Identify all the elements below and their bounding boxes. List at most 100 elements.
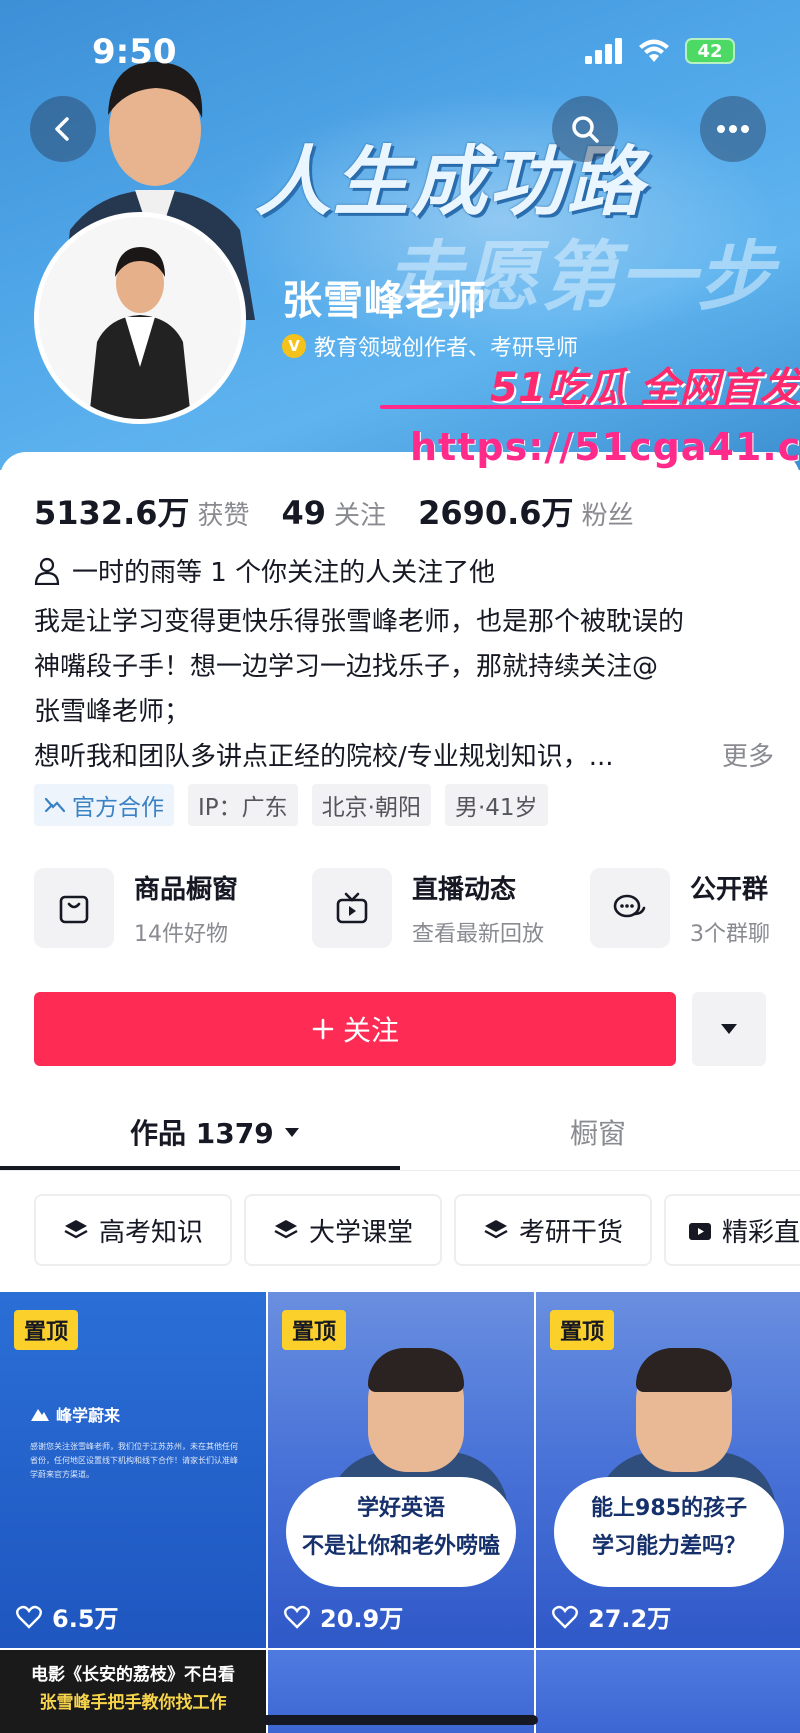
ellipsis-icon <box>717 125 749 133</box>
video-tile[interactable]: 置顶 峰学蔚来 感谢您关注张雪峰老师，我们位于江苏苏州，未在其他任何省份，任何地… <box>0 1292 266 1648</box>
watermark-url: https://51cga41.com <box>410 425 800 469</box>
tag-label: 男·41岁 <box>454 795 538 821</box>
tab-divider <box>0 1170 800 1171</box>
tag-gender-age: 男·41岁 <box>444 784 548 826</box>
back-button[interactable] <box>30 96 96 162</box>
tag-label: 官方合作 <box>72 795 164 821</box>
video-tile[interactable]: 学好英语 不是让你和老外唠嗑 置顶 20.9万 <box>268 1292 534 1648</box>
tag-ip: IP：广东 <box>188 784 298 826</box>
status-icons: 42 <box>585 38 735 64</box>
verified-badge-icon: V <box>282 334 306 358</box>
following-count[interactable]: 49 <box>282 494 327 532</box>
heart-icon <box>284 1605 310 1629</box>
chip-label: 精彩直 <box>722 1217 800 1248</box>
tab-works[interactable]: 作品 1379 <box>130 1112 300 1152</box>
service-subtitle: 3个群聊 <box>690 921 770 947</box>
stack-icon <box>484 1220 508 1239</box>
service-subtitle: 14件好物 <box>134 921 228 947</box>
chat-icon <box>590 868 670 948</box>
follow-dropdown-button[interactable] <box>692 992 766 1066</box>
profile-services: 商品橱窗 14件好物 直播动态 查看最新回放 公开群 3个群聊 <box>34 868 800 948</box>
service-title: 商品橱窗 <box>134 874 239 905</box>
mountain-logo-icon <box>31 1409 49 1421</box>
avatar-image <box>39 217 241 419</box>
caret-down-icon <box>284 1127 299 1137</box>
home-indicator[interactable] <box>262 1715 538 1725</box>
follow-button[interactable]: 关注 <box>34 992 676 1066</box>
tile-logo: 峰学蔚来 <box>30 1402 120 1426</box>
thumbnail-caption-line2: 学习能力差吗？ <box>591 1534 746 1559</box>
chip-label: 高考知识 <box>98 1217 203 1248</box>
pinned-badge: 置顶 <box>550 1310 615 1350</box>
tab-shop-window[interactable]: 橱窗 <box>570 1112 626 1152</box>
handshake-icon <box>44 797 66 813</box>
stack-icon <box>64 1220 88 1239</box>
thumbnail-title: 电影《长安的荔枝》不白看 <box>31 1665 235 1685</box>
bio-line: 张雪峰老师； <box>34 697 191 727</box>
more-options-button[interactable] <box>700 96 766 162</box>
chevron-left-icon <box>55 117 69 141</box>
mutual-followers-text: 一时的雨等 1 个你关注的人关注了他 <box>72 558 496 588</box>
chip-live-highlights[interactable]: 精彩直 <box>664 1194 800 1266</box>
tile-logo-text: 峰学蔚来 <box>56 1406 121 1425</box>
thumbnail-caption-line1: 学好英语 <box>356 1496 445 1521</box>
watermark-divider <box>380 405 800 409</box>
search-icon <box>572 116 599 143</box>
profile-name: 张雪峰老师 <box>282 278 487 324</box>
mutual-followers[interactable]: 一时的雨等 1 个你关注的人关注了他 <box>34 552 495 589</box>
bio-line: 神嘴段子手！想一边学习一边找乐子，那就持续关注@ <box>34 652 659 682</box>
service-title: 直播动态 <box>412 874 517 905</box>
status-time: 9:50 <box>92 32 177 72</box>
chip-label: 大学课堂 <box>308 1217 413 1248</box>
avatar[interactable] <box>34 212 246 424</box>
followers-label: 粉丝 <box>581 501 634 531</box>
pinned-badge: 置顶 <box>282 1310 347 1350</box>
tag-official-cooperation[interactable]: 官方合作 <box>34 784 174 826</box>
video-likes: 6.5万 <box>16 1599 119 1634</box>
bio-line-last: 想听我和团队多讲点正经的院校/专业规划知识，... 更多 <box>34 735 774 780</box>
profile-tags: 官方合作 IP：广东 北京·朝阳 男·41岁 <box>34 784 548 826</box>
followers-count[interactable]: 2690.6万 <box>418 488 574 534</box>
thumbnail-person-hair <box>636 1348 732 1392</box>
video-icon <box>689 1223 711 1240</box>
profile-page: 人生成功路 走愿第一步 9:50 42 张雪峰老师 V 教育领域创作者、考研导师… <box>0 0 800 1733</box>
chip-postgrad[interactable]: 考研干货 <box>454 1194 652 1266</box>
stack-icon <box>274 1220 298 1239</box>
bio-line: 我是让学习变得更快乐得张雪峰老师，也是那个被耽误的 <box>34 607 685 637</box>
tag-label: 北京·朝阳 <box>321 795 421 821</box>
video-grid: 置顶 峰学蔚来 感谢您关注张雪峰老师，我们位于江苏苏州，未在其他任何省份，任何地… <box>0 1292 800 1648</box>
chip-gaokao[interactable]: 高考知识 <box>34 1194 232 1266</box>
chip-university[interactable]: 大学课堂 <box>244 1194 442 1266</box>
service-shop-window[interactable]: 商品橱窗 14件好物 <box>34 868 278 948</box>
status-bar: 9:50 42 <box>0 0 800 100</box>
shopping-bag-icon <box>34 868 114 948</box>
thumbnail-subtitle: 张雪峰手把手教你找工作 <box>39 1693 227 1713</box>
profile-stats: 5132.6万 获赞 49 关注 2690.6万 粉丝 <box>34 488 666 534</box>
person-icon <box>34 557 60 585</box>
thumbnail-person-hair <box>368 1348 464 1392</box>
video-tile[interactable] <box>536 1650 800 1733</box>
likes-count[interactable]: 5132.6万 <box>34 488 190 534</box>
signal-icon <box>585 38 622 64</box>
chip-label: 考研干货 <box>518 1217 623 1248</box>
likes-count-text: 20.9万 <box>320 1605 404 1633</box>
video-tile[interactable]: 电影《长安的荔枝》不白看 张雪峰手把手教你找工作 <box>0 1650 266 1733</box>
following-label: 关注 <box>334 501 387 531</box>
profile-bio[interactable]: 我是让学习变得更快乐得张雪峰老师，也是那个被耽误的 神嘴段子手！想一边学习一边找… <box>34 600 774 780</box>
search-button[interactable] <box>552 96 618 162</box>
video-tile[interactable]: 能上985的孩子 学习能力差吗？ 置顶 27.2万 <box>536 1292 800 1648</box>
thumbnail-caption-line1: 能上985的孩子 <box>591 1496 747 1521</box>
wifi-icon <box>639 39 669 62</box>
video-likes: 27.2万 <box>552 1599 671 1634</box>
caret-down-icon <box>721 1024 737 1034</box>
bio-more-link[interactable]: 更多 <box>722 735 774 780</box>
tile-notice-text: 感谢您关注张雪峰老师，我们位于江苏苏州，未在其他任何省份，任何地区设置线下机构和… <box>30 1442 238 1479</box>
heart-icon <box>16 1605 42 1629</box>
likes-count-text: 6.5万 <box>52 1605 119 1633</box>
bio-line: 想听我和团队多讲点正经的院校/专业规划知识，... <box>34 742 614 772</box>
tag-location: 北京·朝阳 <box>311 784 431 826</box>
service-live[interactable]: 直播动态 查看最新回放 <box>312 868 556 948</box>
battery-indicator: 42 <box>685 38 735 64</box>
tab-works-label: 作品 1379 <box>130 1117 274 1150</box>
service-group-chat[interactable]: 公开群 3个群聊 <box>590 868 800 948</box>
